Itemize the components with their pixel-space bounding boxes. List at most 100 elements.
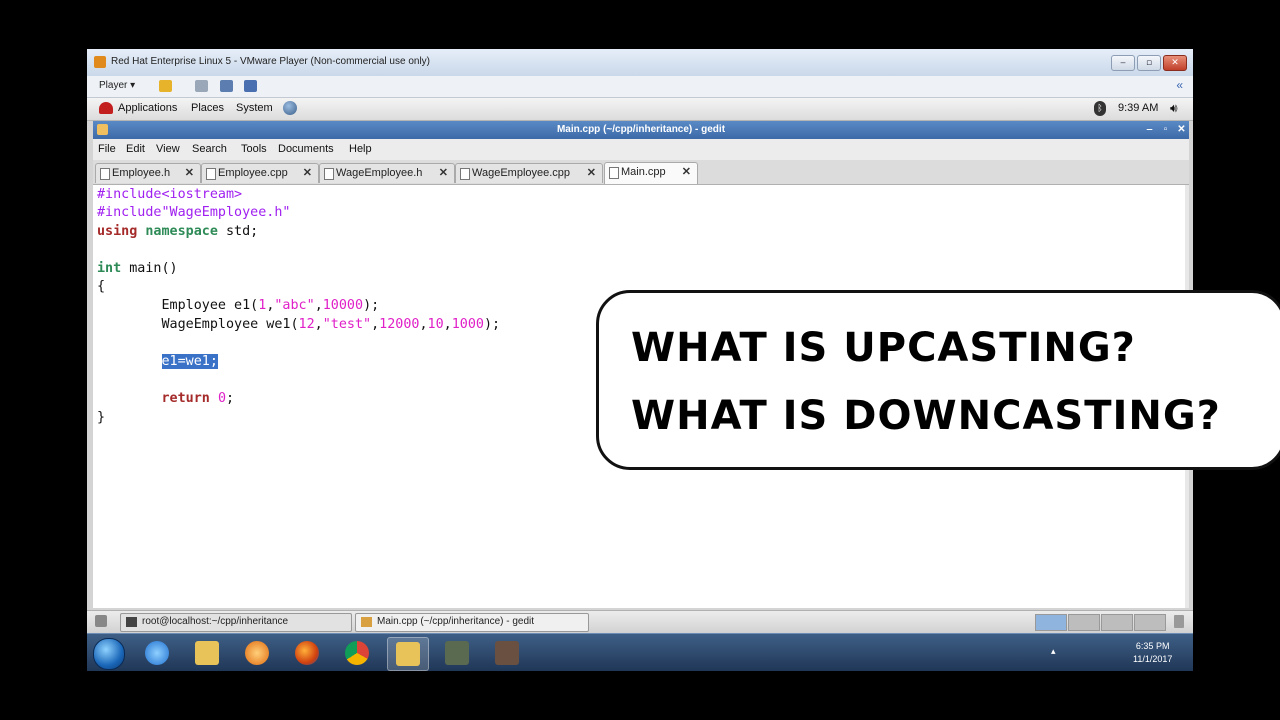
code-line: {: [97, 279, 105, 294]
gedit-minimize-icon[interactable]: ‒: [1143, 123, 1156, 136]
firefox-icon[interactable]: [287, 637, 327, 669]
app-icon[interactable]: [487, 637, 527, 669]
taskbar-gedit[interactable]: Main.cpp (~/cpp/inheritance) - gedit: [355, 613, 589, 632]
app-icon[interactable]: [437, 637, 477, 669]
keyword: return: [161, 391, 210, 406]
taskbar-label: root@localhost:~/cpp/inheritance: [142, 616, 289, 627]
code-text: WageEmployee we1(: [97, 317, 299, 332]
code-text: ,: [371, 317, 380, 332]
menu-tools[interactable]: Tools: [241, 143, 267, 155]
web-browser-icon[interactable]: [283, 101, 297, 115]
literal: "abc": [274, 298, 315, 313]
menu-documents[interactable]: Documents: [278, 143, 334, 155]
windows-start-icon[interactable]: [93, 638, 125, 670]
tab-label: Employee.cpp: [218, 167, 288, 179]
document-icon: [100, 168, 110, 180]
tab-close-icon[interactable]: ✕: [303, 166, 312, 179]
type-keyword: int: [97, 261, 122, 276]
workspace-2[interactable]: [1068, 614, 1100, 631]
tab-close-icon[interactable]: ✕: [185, 166, 194, 179]
player-toolbar: Player ▾ «: [87, 76, 1193, 98]
gnome-top-panel: Applications Places System ᛒ 9:39 AM 🔊︎: [87, 98, 1193, 121]
tray-expand-icon[interactable]: ▴: [1051, 646, 1056, 657]
places-menu[interactable]: Places: [191, 102, 224, 114]
windows-taskbar: ▴ 6:35 PM 11/1/2017: [87, 633, 1193, 671]
gedit-close-icon[interactable]: ✕: [1175, 123, 1188, 136]
volume-icon[interactable]: 🔊︎: [1170, 101, 1178, 116]
bluetooth-icon[interactable]: ᛒ: [1094, 101, 1106, 116]
windows-clock[interactable]: 6:35 PM 11/1/2017: [1133, 640, 1172, 666]
menu-search[interactable]: Search: [192, 143, 227, 155]
code-line: #include<iostream>: [97, 187, 242, 202]
workspace-4[interactable]: [1134, 614, 1166, 631]
panel-clock[interactable]: 9:39 AM: [1118, 102, 1158, 114]
show-desktop-icon[interactable]: [95, 615, 107, 627]
media-player-icon[interactable]: [237, 637, 277, 669]
literal: 12: [298, 317, 315, 332]
tab-wageemployee-cpp[interactable]: WageEmployee.cpp ✕: [455, 163, 603, 183]
tab-main-cpp[interactable]: Main.cpp ✕: [604, 162, 698, 184]
maximize-icon[interactable]: ▫: [1137, 55, 1161, 71]
callout-line-1: WHAT IS UPCASTING?: [631, 325, 1136, 371]
file-explorer-icon[interactable]: [187, 637, 227, 669]
menu-help[interactable]: Help: [349, 143, 372, 155]
brace: {: [97, 279, 106, 294]
gedit-maximize-icon[interactable]: ▫: [1159, 123, 1172, 136]
literal: 1000: [451, 317, 484, 332]
system-menu[interactable]: System: [236, 102, 273, 114]
menu-edit[interactable]: Edit: [126, 143, 145, 155]
trash-icon[interactable]: [1174, 615, 1184, 628]
player-menu-button[interactable]: Player ▾: [99, 80, 135, 91]
tab-label: WageEmployee.h: [336, 167, 423, 179]
taskbar-terminal[interactable]: root@localhost:~/cpp/inheritance: [120, 613, 352, 632]
code-text: ,: [314, 317, 323, 332]
close-icon[interactable]: ✕: [1163, 55, 1187, 71]
devices-icon[interactable]: [195, 80, 208, 92]
code-line: e1=we1;: [97, 354, 218, 369]
tab-wageemployee-h[interactable]: WageEmployee.h ✕: [319, 163, 455, 183]
literal: 10000: [322, 298, 364, 313]
tab-employee-h[interactable]: Employee.h ✕: [95, 163, 201, 183]
workspace-1[interactable]: [1035, 614, 1067, 631]
minimize-icon[interactable]: ‒: [1111, 55, 1135, 71]
chrome-icon[interactable]: [337, 637, 377, 669]
keyword: namespace: [145, 224, 218, 239]
document-icon: [460, 168, 470, 180]
literal: "test": [322, 317, 372, 332]
unity-icon[interactable]: [244, 80, 257, 92]
tab-close-icon[interactable]: ✕: [587, 166, 596, 179]
menu-file[interactable]: File: [98, 143, 116, 155]
gedit-menu-bar: File Edit View Search Tools Documents He…: [93, 139, 1189, 161]
gedit-title: Main.cpp (~/cpp/inheritance) - gedit: [556, 124, 726, 135]
fullscreen-icon[interactable]: [220, 80, 233, 92]
brace: }: [97, 410, 106, 425]
selected-text[interactable]: e1=we1;: [161, 354, 218, 369]
code-line: using namespace std;: [97, 224, 258, 239]
question-callout: WHAT IS UPCASTING? WHAT IS DOWNCASTING?: [596, 290, 1280, 470]
vmware-player-icon[interactable]: [387, 637, 429, 671]
applications-menu[interactable]: Applications: [118, 102, 177, 114]
literal: 12000: [379, 317, 420, 332]
menu-view[interactable]: View: [156, 143, 180, 155]
tab-label: WageEmployee.cpp: [472, 167, 571, 179]
gnome-bottom-panel: root@localhost:~/cpp/inheritance Main.cp…: [87, 610, 1193, 633]
workspace-3[interactable]: [1101, 614, 1133, 631]
literal: 0: [217, 391, 226, 406]
tab-close-icon[interactable]: ✕: [682, 165, 691, 178]
document-icon: [609, 167, 619, 179]
document-icon: [324, 168, 334, 180]
internet-explorer-icon[interactable]: [137, 637, 177, 669]
keyword: using: [97, 224, 138, 239]
gedit-icon: [361, 617, 372, 627]
tab-employee-cpp[interactable]: Employee.cpp ✕: [201, 163, 319, 183]
collapse-toolbar-icon[interactable]: «: [1176, 78, 1183, 92]
tab-close-icon[interactable]: ✕: [439, 166, 448, 179]
gedit-title-bar: Main.cpp (~/cpp/inheritance) - gedit ‒ ▫…: [93, 121, 1189, 139]
redhat-icon: [99, 102, 113, 114]
vmware-title: Red Hat Enterprise Linux 5 - VMware Play…: [111, 56, 431, 67]
pause-icon[interactable]: [159, 80, 172, 92]
vmware-logo-icon: [94, 56, 106, 68]
code-text: ;: [226, 391, 235, 406]
code-line: int main(): [97, 261, 178, 276]
code-text: );: [483, 317, 501, 332]
